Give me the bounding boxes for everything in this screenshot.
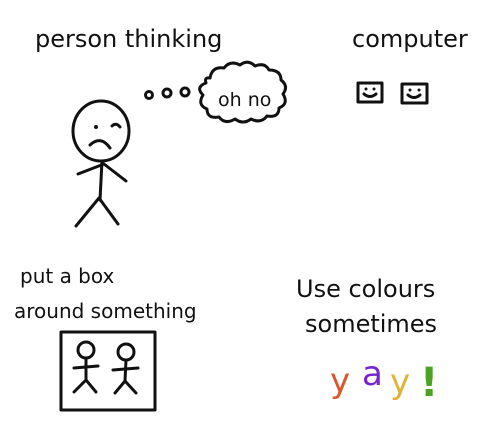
label-colours-line1: Use colours [296,275,435,303]
yay-letter: y [390,362,410,402]
smiley-screen-icon [356,81,384,104]
yay-letter: ! [420,360,438,406]
label-box-line2: around something [14,299,197,323]
yay-text: y a y ! [330,354,438,406]
label-colours-line2: sometimes [305,310,437,338]
yay-letter: y [330,361,350,401]
stick-figure-icon [72,340,100,394]
smiley-screen-icon [400,82,429,105]
drawn-box [59,330,157,412]
stick-figure-icon [111,342,140,395]
thought-dots-icon [144,86,191,100]
label-person-thinking: person thinking [35,25,222,53]
thought-text: oh no [218,89,271,111]
label-box-line1: put a box [20,264,115,288]
label-computer: computer [352,25,468,53]
yay-letter: a [362,354,383,394]
sketch-canvas: person thinking oh no computer put a box… [0,0,503,448]
sketch-drawing: person thinking oh no computer put a box… [14,25,468,412]
sad-stick-figure-icon [71,99,131,228]
